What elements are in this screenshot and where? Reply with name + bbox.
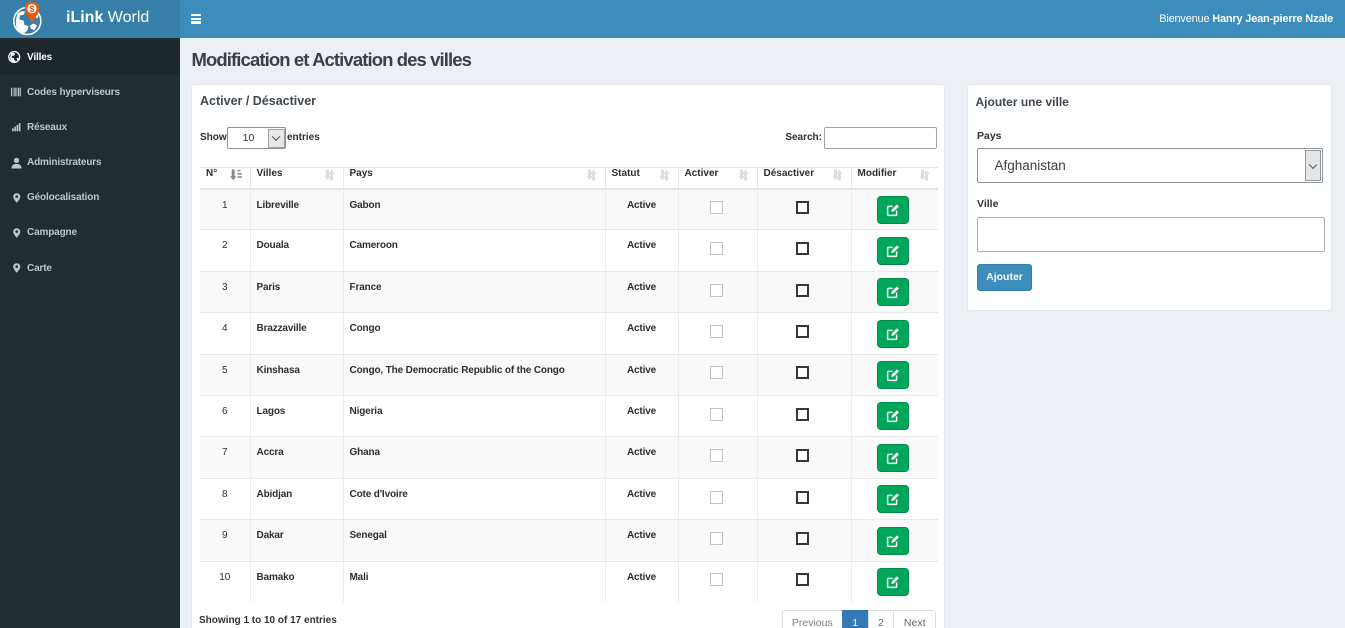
svg-text:$: $ xyxy=(29,4,34,14)
